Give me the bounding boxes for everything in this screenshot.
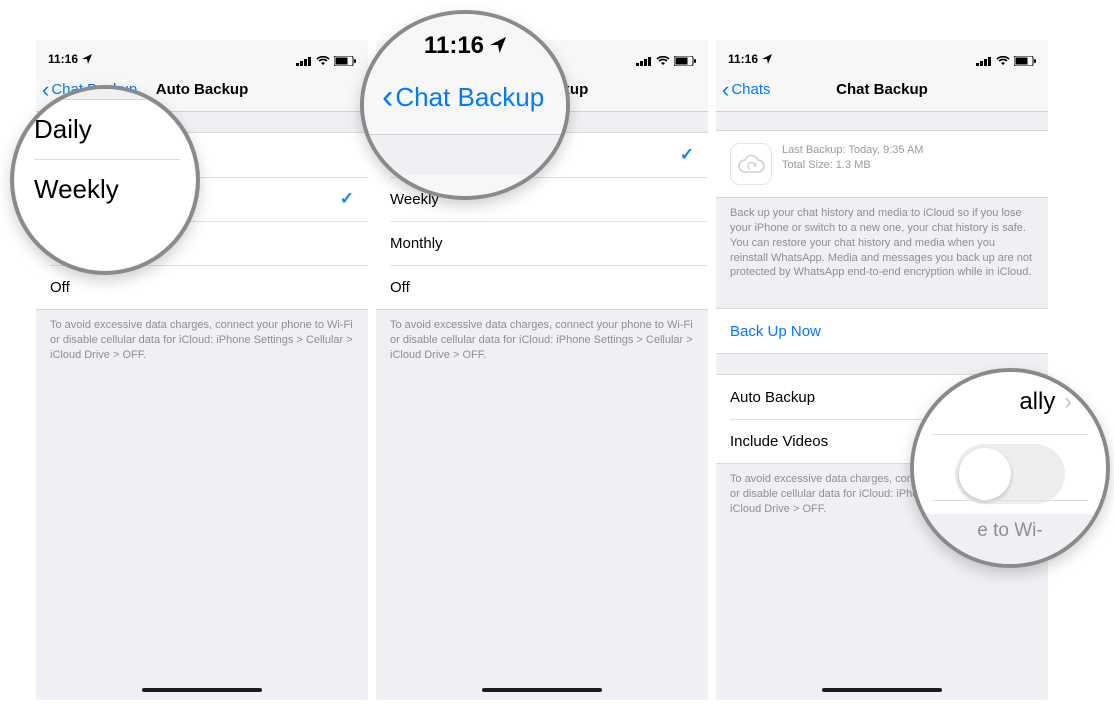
backup-now-button[interactable]: Back Up Now <box>716 309 1048 353</box>
magnifier-daily-weekly: Daily Weekly <box>10 85 200 275</box>
home-indicator <box>142 688 262 692</box>
signal-icon <box>976 56 992 66</box>
battery-icon <box>674 56 696 66</box>
option-monthly[interactable]: Monthly <box>376 221 708 265</box>
backup-now-label: Back Up Now <box>730 323 821 340</box>
status-bar: 11:16 <box>716 40 1048 68</box>
chevron-right-icon: › <box>1057 388 1072 415</box>
zoom-option-weekly: Weekly <box>14 160 196 219</box>
battery-icon <box>1014 56 1036 66</box>
wifi-icon <box>996 56 1010 66</box>
option-label: Monthly <box>390 235 443 252</box>
cloud-icon <box>730 143 772 185</box>
signal-icon <box>296 56 312 66</box>
zoom-status-time: 11:16 <box>364 32 566 60</box>
wifi-icon <box>316 56 330 66</box>
backup-description: Back up your chat history and media to i… <box>716 198 1048 288</box>
footer-note: To avoid excessive data charges, connect… <box>376 310 708 371</box>
checkmark-icon: ✓ <box>680 145 694 165</box>
last-backup-label: Last Backup: Today, 9:35 AM <box>782 143 923 158</box>
status-time: 11:16 <box>48 52 78 66</box>
signal-icon <box>636 56 652 66</box>
nav-bar: ‹ Chats Chat Backup <box>716 68 1048 112</box>
home-indicator <box>482 688 602 692</box>
home-indicator <box>822 688 942 692</box>
wifi-icon <box>656 56 670 66</box>
total-size-label: Total Size: 1.3 MB <box>782 158 923 173</box>
zoom-footer-fragment: e to Wi- <box>914 520 1106 542</box>
back-button[interactable]: ‹ Chats <box>716 79 771 101</box>
backup-info-card: Last Backup: Today, 9:35 AM Total Size: … <box>716 130 1048 198</box>
chevron-left-icon: ‹ <box>382 80 393 114</box>
footer-note: To avoid excessive data charges, connect… <box>36 310 368 371</box>
zoom-auto-backup-value: ally › <box>1019 388 1072 416</box>
backup-now-group: Back Up Now <box>716 308 1048 354</box>
include-videos-label: Include Videos <box>730 433 828 450</box>
location-icon <box>490 32 506 60</box>
battery-icon <box>334 56 356 66</box>
status-bar: 11:16 <box>36 40 368 68</box>
checkmark-icon: ✓ <box>340 189 354 209</box>
option-label: Off <box>50 279 70 296</box>
zoom-back-label: Chat Backup <box>395 82 544 113</box>
location-icon <box>762 54 772 64</box>
option-off[interactable]: Off <box>376 265 708 309</box>
magnifier-include-videos-toggle: ally › e to Wi- <box>910 368 1110 568</box>
back-label: Chats <box>731 81 770 98</box>
auto-backup-label: Auto Backup <box>730 389 815 406</box>
location-icon <box>82 54 92 64</box>
zoom-back-button: ‹ Chat Backup <box>364 80 566 114</box>
chevron-left-icon: ‹ <box>722 79 729 101</box>
zoom-toggle-off <box>955 444 1065 504</box>
option-label: Off <box>390 279 410 296</box>
zoom-option-daily: Daily <box>14 100 196 159</box>
magnifier-back-chat-backup: 11:16 ‹ Chat Backup <box>360 10 570 200</box>
status-time: 11:16 <box>728 52 758 66</box>
